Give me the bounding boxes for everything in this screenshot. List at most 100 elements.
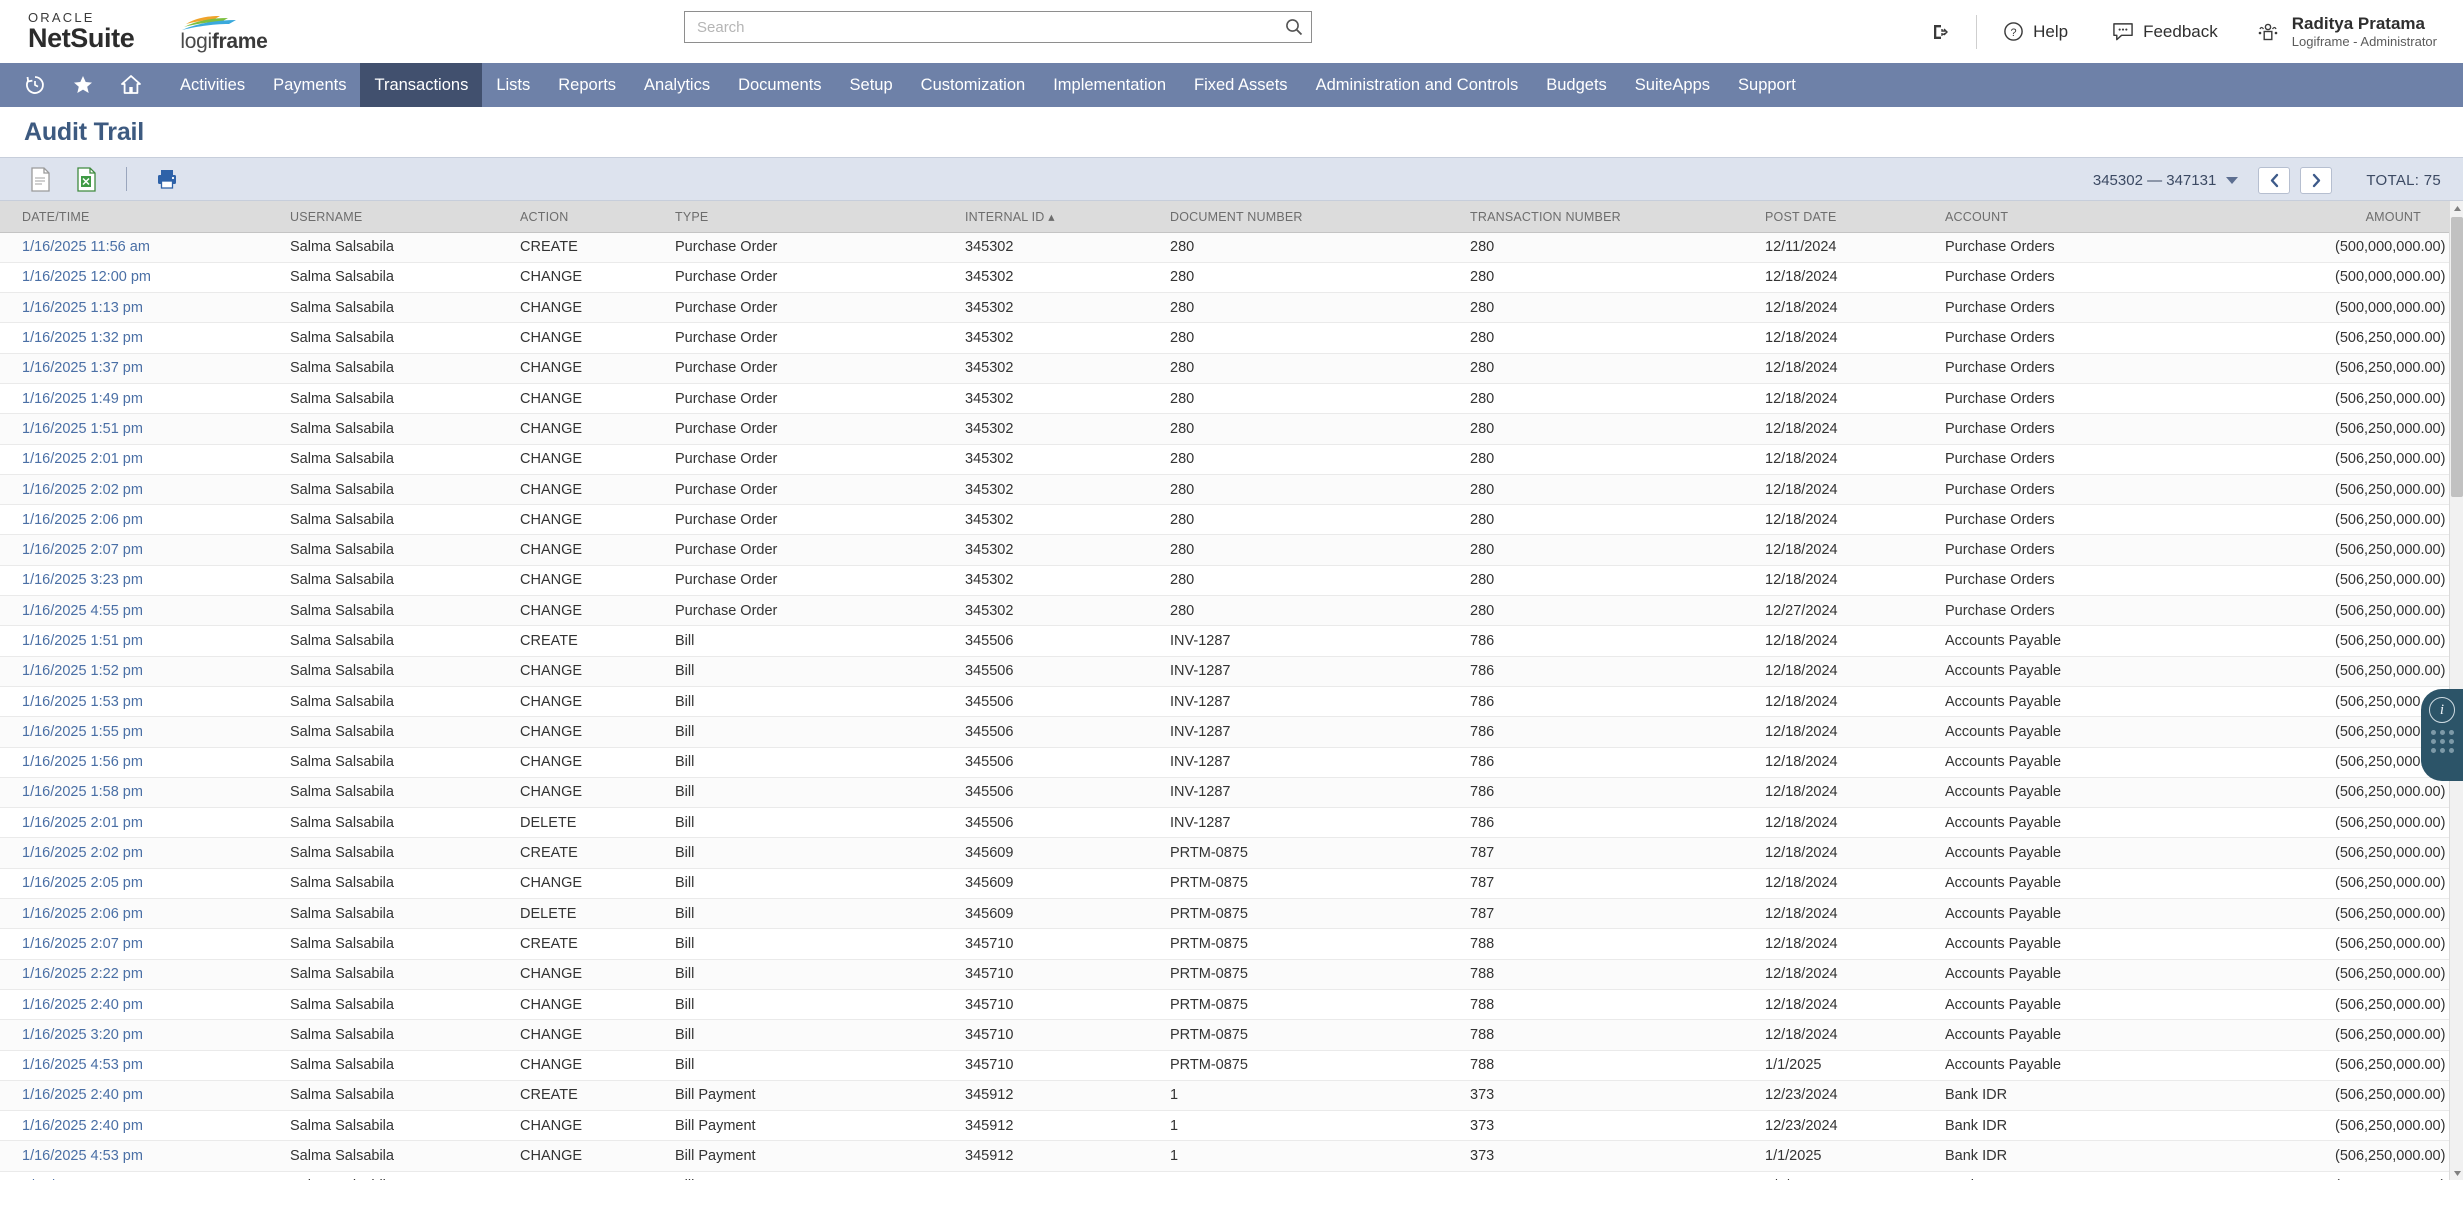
search-input[interactable]	[684, 11, 1312, 43]
nav-item-reports[interactable]: Reports	[544, 63, 630, 107]
datetime-link[interactable]: 1/16/2025 2:40 pm	[22, 1087, 143, 1103]
table-row[interactable]: 1/16/2025 1:58 pm Salma Salsabila CHANGE Bi…	[0, 777, 2449, 809]
table-row[interactable]: 1/16/2025 2:05 pm Salma Salsabila CHANGE Bi…	[0, 868, 2449, 900]
column-header-account[interactable]: ACCOUNT	[1945, 201, 2335, 233]
table-row[interactable]: 1/16/2025 1:51 pm Salma Salsabila CREATE Bi…	[0, 625, 2449, 657]
datetime-link[interactable]: 1/16/2025 3:23 pm	[22, 572, 143, 588]
datetime-link[interactable]: 1/16/2025 2:01 pm	[22, 815, 143, 831]
global-search[interactable]	[684, 11, 1312, 43]
cell-datetime[interactable]: 1/16/2025 1:49 pm	[0, 383, 290, 415]
nav-item-support[interactable]: Support	[1724, 63, 1810, 107]
cell-datetime[interactable]: 1/16/2025 1:51 pm	[0, 413, 290, 445]
cell-datetime[interactable]: 1/16/2025 11:56 am	[0, 232, 290, 263]
cell-datetime[interactable]: 1/16/2025 1:56 pm	[0, 747, 290, 778]
cell-datetime[interactable]: 1/16/2025 2:02 pm	[0, 474, 290, 506]
datetime-link[interactable]: 1/16/2025 4:53 pm	[22, 1148, 143, 1164]
table-row[interactable]: 1/16/2025 2:07 pm Salma Salsabila CREATE Bi…	[0, 928, 2449, 960]
table-row[interactable]: 1/16/2025 4:53 pm Salma SalsabilaCHANGEBi…	[0, 1140, 2449, 1172]
datetime-link[interactable]: 1/16/2025 2:02 pm	[22, 845, 143, 861]
datetime-link[interactable]: 1/16/2025 1:58 pm	[22, 784, 143, 800]
cell-datetime[interactable]: 1/16/2025 2:07 pm	[0, 928, 290, 960]
cell-datetime[interactable]: 1/16/2025 1:58 pm	[0, 777, 290, 809]
printer-icon[interactable]	[155, 166, 179, 192]
table-row[interactable]: 1/16/2025 2:01 pm Salma Salsabila CHANGE Pu…	[0, 444, 2449, 475]
cell-datetime[interactable]: 1/16/2025 4:53 pm	[0, 1140, 290, 1172]
cell-datetime[interactable]: 1/16/2025 2:02 pm	[0, 837, 290, 869]
column-header-internal-id[interactable]: INTERNAL ID ▴	[965, 201, 1170, 233]
nav-item-payments[interactable]: Payments	[259, 63, 360, 107]
datetime-link[interactable]: 1/16/2025 1:51 pm	[22, 421, 143, 437]
table-row[interactable]: 1/16/2025 2:02 pm Salma Salsabila CREATE Bi…	[0, 837, 2449, 869]
table-row[interactable]: 1/16/2025 3:20 pm Salma Salsabila CHANGE Bi…	[0, 1019, 2449, 1051]
column-header-datetime[interactable]: DATE/TIME	[0, 201, 290, 233]
cell-datetime[interactable]: 1/16/2025 2:06 pm	[0, 504, 290, 536]
cell-datetime[interactable]: 1/16/2025 3:23 pm	[0, 565, 290, 597]
column-header-action[interactable]: ACTION	[520, 201, 675, 233]
nav-item-documents[interactable]: Documents	[724, 63, 835, 107]
table-row[interactable]: 1/16/2025 2:40 pm Salma Salsabila CHANGE Bi…	[0, 1110, 2449, 1142]
oracle-netsuite-logo[interactable]: ORACLE NetSuite	[28, 11, 135, 52]
help-widget[interactable]: i	[2421, 689, 2463, 781]
dot-grid-icon[interactable]	[2430, 730, 2454, 753]
cell-datetime[interactable]: 1/16/2025 1:37 pm	[0, 353, 290, 384]
table-row[interactable]: 1/16/2025 1:37 pm Salma Salsabila CHANGE Pu…	[0, 353, 2449, 384]
nav-item-budgets[interactable]: Budgets	[1532, 63, 1621, 107]
cell-datetime[interactable]: 1/16/2025 1:51 pm	[0, 625, 290, 657]
cell-datetime[interactable]: 1/16/2025 2:40 pm	[0, 1080, 290, 1112]
previous-page-button[interactable]	[2258, 166, 2291, 194]
nav-item-setup[interactable]: Setup	[836, 63, 907, 107]
cell-datetime[interactable]: 1/16/2025 2:40 pm	[0, 1110, 290, 1142]
table-row[interactable]: 1/16/2025 2:07 pm Salma Salsabila CHANGE Pu…	[0, 534, 2449, 566]
cell-datetime[interactable]: 1/16/2025 2:01 pm	[0, 807, 290, 839]
nav-item-transactions[interactable]: Transactions	[360, 63, 483, 107]
nav-item-suiteapps[interactable]: SuiteApps	[1621, 63, 1724, 107]
table-row[interactable]: 1/16/2025 2:02 pm Salma Salsabila CHANGE Pu…	[0, 474, 2449, 506]
datetime-link[interactable]: 1/16/2025 12:00 pm	[22, 269, 151, 285]
table-row[interactable]: 1/16/2025 2:40 pm Salma Salsabila CHANGE Bi…	[0, 989, 2449, 1021]
datetime-link[interactable]: 1/16/2025 2:01 pm	[22, 451, 143, 467]
cell-datetime[interactable]: 1/16/2025 1:55 pm	[0, 716, 290, 748]
cell-datetime[interactable]: 1/16/2025 12:00 pm	[0, 262, 290, 294]
scroll-down-icon[interactable]	[2450, 1166, 2463, 1180]
column-header-document-number[interactable]: DOCUMENT NUMBER	[1170, 201, 1470, 233]
user-menu[interactable]: Raditya Pratama Logiframe - Administrato…	[2240, 13, 2437, 51]
datetime-link[interactable]: 1/16/2025 1:52 pm	[22, 663, 143, 679]
nav-item-administration-and-controls[interactable]: Administration and Controls	[1302, 63, 1533, 107]
datetime-link[interactable]: 1/16/2025 2:07 pm	[22, 542, 143, 558]
datetime-link[interactable]: 1/16/2025 2:06 pm	[22, 906, 143, 922]
table-row[interactable]: 1/16/2025 2:06 pm Salma Salsabila DELETE Bi…	[0, 898, 2449, 930]
datetime-link[interactable]: 1/16/2025 1:56 pm	[22, 754, 143, 770]
table-row[interactable]: 1/16/2025 1:32 pm Salma Salsabila CHANGE Pu…	[0, 322, 2449, 354]
table-row[interactable]: 1/16/2025 1:55 pm Salma Salsabila CHANGE Bi…	[0, 716, 2449, 748]
datetime-link[interactable]: 1/16/2025 1:13 pm	[22, 300, 143, 316]
cell-datetime[interactable]: 1/16/2025 2:06 pm	[0, 898, 290, 930]
search-icon[interactable]	[1284, 17, 1304, 37]
column-header-type[interactable]: TYPE	[675, 201, 965, 233]
column-header-username[interactable]: USERNAME	[290, 201, 520, 233]
datetime-link[interactable]: 1/16/2025 2:02 pm	[22, 482, 143, 498]
datetime-link[interactable]: 1/16/2025 1:51 pm	[22, 633, 143, 649]
csv-export-icon[interactable]	[28, 166, 52, 192]
scrollbar-thumb[interactable]	[2451, 217, 2463, 497]
nav-item-fixed-assets[interactable]: Fixed Assets	[1180, 63, 1302, 107]
datetime-link[interactable]: 1/16/2025 1:49 pm	[22, 391, 143, 407]
feedback-button[interactable]: Feedback	[2090, 12, 2240, 52]
scroll-up-icon[interactable]	[2450, 201, 2463, 215]
cell-datetime[interactable]: 1/16/2025 2:05 pm	[0, 868, 290, 900]
cell-datetime[interactable]: 1/16/2025 1:13 pm	[0, 292, 290, 324]
datetime-link[interactable]: 1/16/2025 4:55 pm	[22, 603, 143, 619]
cell-datetime[interactable]: 1/16/2025 2:07 pm	[0, 534, 290, 566]
table-row[interactable]: 1/16/2025 2:40 pm Salma Salsabila CREATE Bi…	[0, 1080, 2449, 1112]
column-header-post-date[interactable]: POST DATE	[1765, 201, 1945, 233]
table-row[interactable]: 1/16/2025 1:56 pm Salma Salsabila CHANGE Bi…	[0, 747, 2449, 778]
datetime-link[interactable]: 1/16/2025 2:40 pm	[22, 1118, 143, 1134]
record-range-dropdown[interactable]: 345302 — 347131	[2083, 172, 2248, 189]
table-row[interactable]: 1/16/2025 3:23 pm Salma Salsabila CHANGE Pu…	[0, 565, 2449, 597]
datetime-link[interactable]: 1/16/2025 4:53 pm	[22, 1057, 143, 1073]
sign-in-button[interactable]	[1908, 12, 1972, 52]
table-row[interactable]: 1/16/2025 12:00 pm Salma Salsabila CHANGE P…	[0, 262, 2449, 294]
cell-datetime[interactable]: 1/16/2025 2:22 pm	[0, 959, 290, 990]
table-row[interactable]: 1/16/2025 1:49 pm Salma Salsabila CHANGE Pu…	[0, 383, 2449, 415]
column-header-amount[interactable]: AMOUNT	[2335, 201, 2449, 233]
cell-datetime[interactable]: 1/16/2025 4:55 pm	[0, 595, 290, 627]
